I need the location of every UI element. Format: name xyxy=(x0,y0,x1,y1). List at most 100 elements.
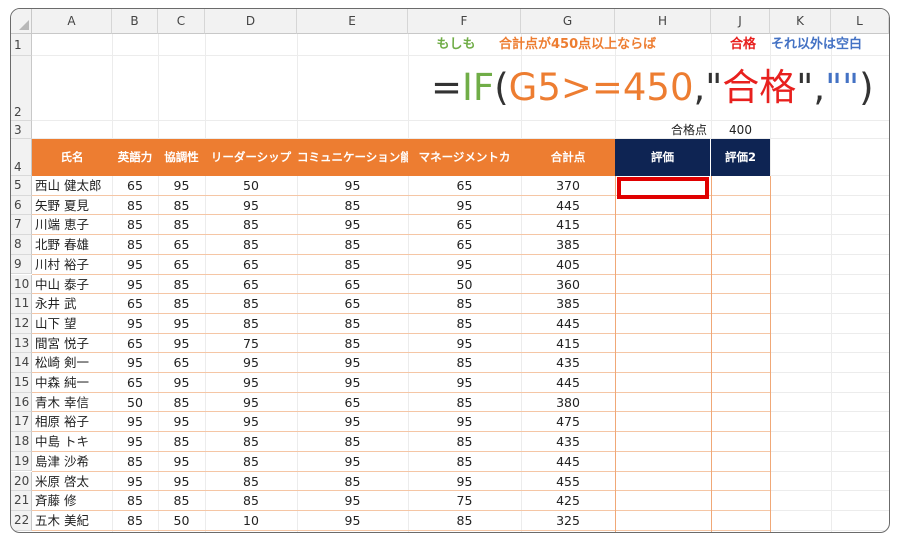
cell-b[interactable]: 95 xyxy=(112,275,158,295)
cell-name[interactable]: 斉藤 修 xyxy=(32,491,112,511)
cell-eval2[interactable] xyxy=(711,393,770,413)
cell-name[interactable]: 松崎 剣一 xyxy=(32,353,112,373)
cell-d[interactable]: 95 xyxy=(205,393,297,413)
cell-eval[interactable] xyxy=(615,472,711,492)
cell-c[interactable]: 85 xyxy=(158,215,205,235)
row-header-16[interactable]: 16 xyxy=(11,392,32,413)
cell-g[interactable]: 435 xyxy=(521,432,615,452)
cell-d[interactable]: 95 xyxy=(205,373,297,393)
cell-name[interactable]: 矢野 夏見 xyxy=(32,196,112,216)
cell-name[interactable]: 中山 泰子 xyxy=(32,275,112,295)
row-header-4[interactable]: 4 xyxy=(11,139,32,176)
cell-f[interactable]: 85 xyxy=(408,452,521,472)
cell-f[interactable]: 85 xyxy=(408,432,521,452)
cell-name[interactable]: 米原 啓太 xyxy=(32,472,112,492)
cell-g[interactable]: 385 xyxy=(521,235,615,255)
cell-name[interactable]: 西山 健太郎 xyxy=(32,176,112,196)
row-header-15[interactable]: 15 xyxy=(11,373,32,393)
column-header-j[interactable]: J xyxy=(711,9,770,34)
row-header-17[interactable]: 17 xyxy=(11,412,32,433)
cell-c[interactable]: 95 xyxy=(158,472,205,492)
column-header-b[interactable]: B xyxy=(112,9,158,34)
cell-g[interactable]: 380 xyxy=(521,393,615,413)
cell-eval[interactable] xyxy=(615,255,711,275)
cell-eval2[interactable] xyxy=(711,176,770,196)
cell-eval2[interactable] xyxy=(711,275,770,295)
cell-f[interactable]: 75 xyxy=(408,491,521,511)
cell-f[interactable]: 65 xyxy=(408,176,521,196)
cell-g[interactable]: 445 xyxy=(521,373,615,393)
cell-name[interactable]: 北野 春雄 xyxy=(32,235,112,255)
cell-b[interactable]: 65 xyxy=(112,294,158,314)
column-header-a[interactable]: A xyxy=(32,9,112,34)
row-header-14[interactable]: 14 xyxy=(11,353,32,373)
cell-b[interactable]: 95 xyxy=(112,255,158,275)
cell-e[interactable]: 95 xyxy=(297,176,408,196)
cell-e[interactable]: 95 xyxy=(297,491,408,511)
cell-eval[interactable] xyxy=(615,215,711,235)
column-header-h[interactable]: H xyxy=(615,9,711,34)
cell-e[interactable]: 85 xyxy=(297,255,408,275)
cell-d[interactable]: 10 xyxy=(205,511,297,531)
cell-e[interactable]: 95 xyxy=(297,215,408,235)
cell-b[interactable]: 85 xyxy=(112,215,158,235)
cell-f[interactable]: 95 xyxy=(408,255,521,275)
cell-c[interactable]: 95 xyxy=(158,314,205,334)
cell-eval2[interactable] xyxy=(711,353,770,373)
row-header-12[interactable]: 12 xyxy=(11,313,32,334)
cell-e[interactable]: 85 xyxy=(297,432,408,452)
cell-g[interactable]: 385 xyxy=(521,294,615,314)
cell-eval[interactable] xyxy=(615,373,711,393)
cell-d[interactable]: 65 xyxy=(205,275,297,295)
cell-g[interactable]: 475 xyxy=(521,412,615,432)
cell-g[interactable]: 360 xyxy=(521,275,615,295)
cell-d[interactable]: 85 xyxy=(205,491,297,511)
cell-f[interactable]: 95 xyxy=(408,196,521,216)
cell-c[interactable]: 95 xyxy=(158,176,205,196)
cell-eval2[interactable] xyxy=(711,491,770,511)
cell-eval[interactable] xyxy=(615,511,711,531)
cell-d[interactable]: 85 xyxy=(205,472,297,492)
cell-f[interactable]: 65 xyxy=(408,215,521,235)
row-header-5[interactable]: 5 xyxy=(11,176,32,196)
cell-f[interactable]: 65 xyxy=(408,235,521,255)
cell-eval2[interactable] xyxy=(711,215,770,235)
cell-name[interactable]: 永井 武 xyxy=(32,294,112,314)
cell-g[interactable]: 435 xyxy=(521,353,615,373)
cell-c[interactable]: 85 xyxy=(158,275,205,295)
column-header-f[interactable]: F xyxy=(408,9,521,34)
row-header-7[interactable]: 7 xyxy=(11,215,32,236)
cell-b[interactable]: 85 xyxy=(112,196,158,216)
cell-g[interactable]: 445 xyxy=(521,314,615,334)
selected-cell-h5[interactable] xyxy=(617,177,709,199)
row-header-1[interactable]: 1 xyxy=(11,34,32,56)
cell-eval2[interactable] xyxy=(711,294,770,314)
cell-eval2[interactable] xyxy=(711,334,770,354)
cell-g[interactable]: 405 xyxy=(521,255,615,275)
cell-d[interactable]: 95 xyxy=(205,353,297,373)
cell-b[interactable]: 85 xyxy=(112,452,158,472)
cell-d[interactable]: 50 xyxy=(205,176,297,196)
cell-eval[interactable] xyxy=(615,314,711,334)
cell-b[interactable]: 95 xyxy=(112,314,158,334)
cell-eval2[interactable] xyxy=(711,373,770,393)
cell-f[interactable]: 85 xyxy=(408,294,521,314)
cell-f[interactable]: 95 xyxy=(408,412,521,432)
cell-eval2[interactable] xyxy=(711,511,770,531)
cell-g[interactable]: 415 xyxy=(521,334,615,354)
cell-eval2[interactable] xyxy=(711,412,770,432)
cell-g[interactable]: 370 xyxy=(521,176,615,196)
column-header-d[interactable]: D xyxy=(205,9,297,34)
cell-eval[interactable] xyxy=(615,412,711,432)
cell-b[interactable]: 65 xyxy=(112,334,158,354)
cell-e[interactable]: 95 xyxy=(297,353,408,373)
column-header-c[interactable]: C xyxy=(158,9,205,34)
cell-e[interactable]: 85 xyxy=(297,334,408,354)
cell-f[interactable]: 95 xyxy=(408,334,521,354)
cell-d[interactable]: 85 xyxy=(205,452,297,472)
cell-name[interactable]: 間宮 悦子 xyxy=(32,334,112,354)
cell-e[interactable]: 95 xyxy=(297,412,408,432)
cell-eval[interactable] xyxy=(615,491,711,511)
select-all-corner[interactable] xyxy=(11,9,32,34)
cell-eval2[interactable] xyxy=(711,432,770,452)
